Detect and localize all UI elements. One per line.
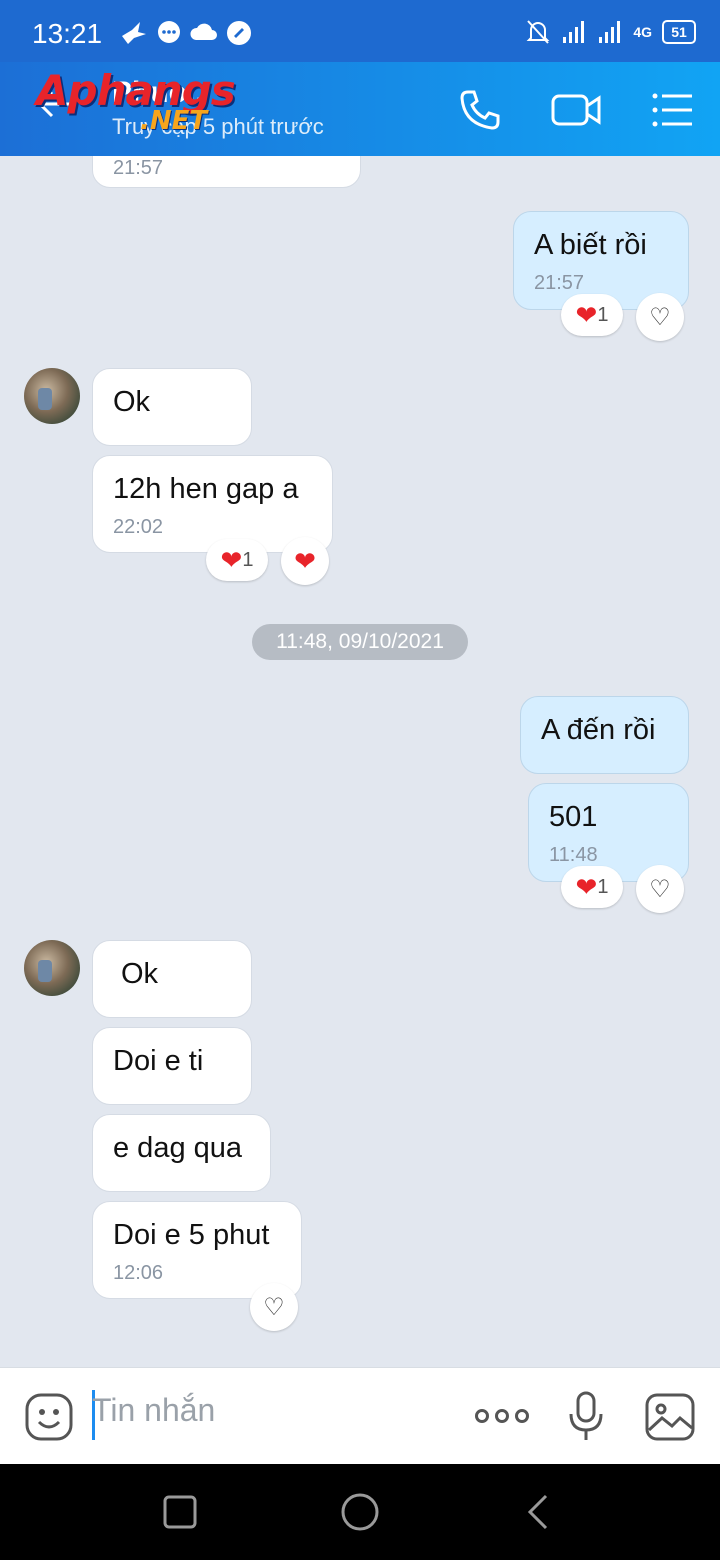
message-text: A đến rồi <box>541 714 656 746</box>
message-composer: Tin nhắn <box>0 1367 720 1465</box>
message-bubble-partial[interactable]: 21:57 <box>92 156 361 188</box>
message-input[interactable]: Tin nhắn <box>92 1392 215 1429</box>
heart-outline-icon: ♡ <box>649 875 671 903</box>
recent-apps-icon[interactable] <box>162 1494 198 1530</box>
contact-avatar[interactable] <box>24 368 80 424</box>
bird-icon <box>122 22 146 44</box>
watermark-logo-net: .NET <box>140 106 208 136</box>
react-heart-button[interactable]: ❤ <box>281 537 329 585</box>
video-call-icon[interactable] <box>550 88 602 132</box>
image-gallery-icon[interactable] <box>644 1392 696 1442</box>
reaction-count: 1 <box>597 875 609 898</box>
reaction-count: 1 <box>242 548 254 571</box>
silent-bell-icon <box>526 20 550 44</box>
react-heart-button[interactable]: ♡ <box>636 293 684 341</box>
message-text: Doi e ti <box>113 1045 204 1077</box>
message-text: e dag qua <box>113 1132 243 1164</box>
reaction-count-badge[interactable]: ❤ 1 <box>561 866 623 908</box>
home-icon[interactable] <box>340 1492 380 1532</box>
message-text: Ok <box>121 958 159 990</box>
more-options-icon[interactable] <box>474 1404 530 1428</box>
contact-message-bubble[interactable]: Ok <box>92 368 252 446</box>
heart-icon: ❤ <box>220 544 243 575</box>
system-icons: 4G 51 <box>525 18 696 46</box>
status-time: 13:21 <box>32 18 103 49</box>
contact-avatar[interactable] <box>24 940 80 996</box>
emoji-sticker-icon[interactable] <box>24 1392 74 1442</box>
message-time: 22:02 <box>113 515 164 538</box>
signal-icon-2 <box>599 21 621 43</box>
message-text: 501 <box>549 801 598 833</box>
heart-outline-icon: ♡ <box>649 303 671 331</box>
message-text: Ok <box>113 386 151 418</box>
contact-message-bubble[interactable]: Doi e ti <box>92 1027 252 1105</box>
contact-message-bubble[interactable]: Ok <box>92 940 252 1018</box>
message-text: 12h hen gap a <box>113 473 299 505</box>
menu-list-icon[interactable] <box>650 88 694 132</box>
heart-outline-icon: ♡ <box>263 1293 285 1321</box>
back-icon[interactable] <box>524 1492 554 1532</box>
chat-header: Phuo.. Truy cập 5 phút trước Aphangs .NE… <box>0 62 720 156</box>
message-time: 21:57 <box>534 271 585 294</box>
message-text: A biết rồi <box>534 229 647 261</box>
messenger-icon <box>158 21 180 43</box>
phone-call-icon[interactable] <box>458 88 502 132</box>
message-text: Doi e 5 phut <box>113 1219 270 1251</box>
heart-icon: ❤ <box>575 299 598 330</box>
heart-filled-icon: ❤ <box>294 545 316 576</box>
message-time: 12:06 <box>113 1261 164 1284</box>
message-list[interactable]: 21:57 A biết rồi 21:57 ❤ 1 ♡ Ok 12h hen g… <box>0 156 720 1367</box>
system-navigation-bar <box>0 1464 720 1560</box>
signal-icon <box>563 21 585 43</box>
status-bar: 13:21 4G 51 <box>0 0 720 62</box>
heart-icon: ❤ <box>575 871 598 902</box>
microphone-icon[interactable] <box>566 1390 606 1442</box>
network-type: 4G <box>633 24 652 40</box>
react-heart-button[interactable]: ♡ <box>636 865 684 913</box>
reaction-count-badge[interactable]: ❤ 1 <box>206 539 268 581</box>
message-time: 11:48 <box>549 843 598 866</box>
battery-icon: 51 <box>662 20 696 44</box>
react-heart-button[interactable]: ♡ <box>250 1283 298 1331</box>
message-time: 21:57 <box>113 157 164 179</box>
reaction-count-badge[interactable]: ❤ 1 <box>561 294 623 336</box>
cloud-icon <box>190 23 217 40</box>
app-icon <box>227 21 251 45</box>
reaction-count: 1 <box>597 303 609 326</box>
date-separator: 11:48, 09/10/2021 <box>252 624 468 660</box>
my-message-bubble[interactable]: A đến rồi <box>520 696 689 774</box>
contact-message-bubble[interactable]: e dag qua <box>92 1114 271 1192</box>
notification-icons <box>120 20 252 46</box>
